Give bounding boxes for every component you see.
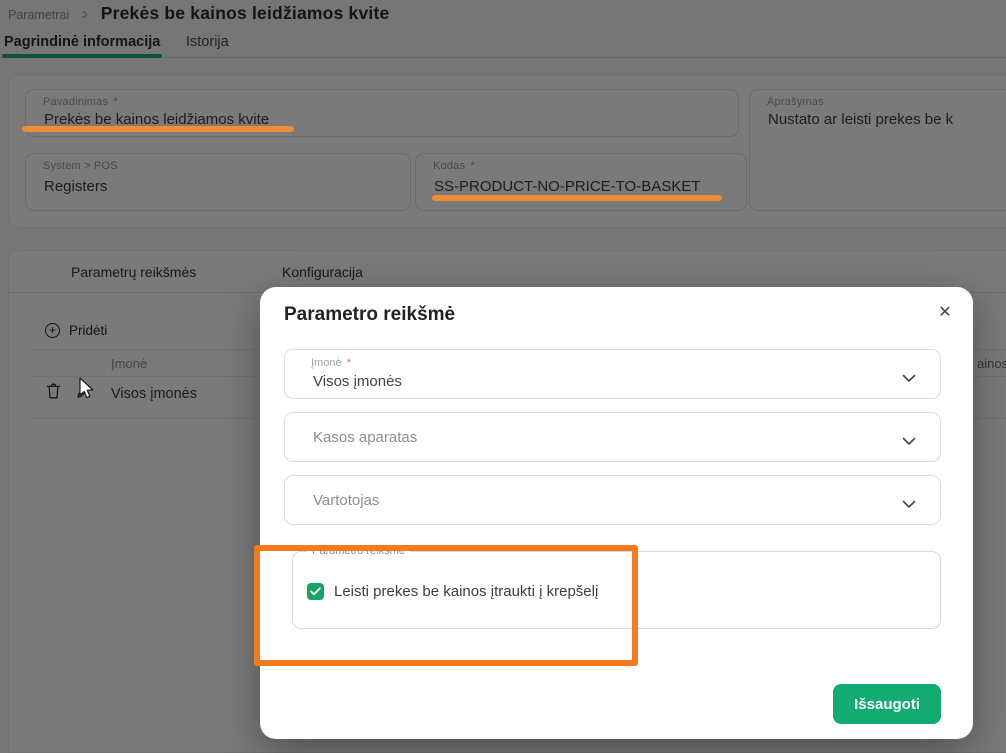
chevron-down-icon [902,370,916,388]
checkbox-label: Leisti prekes be kainos įtraukti į krepš… [334,583,598,600]
save-button[interactable]: Išsaugoti [833,684,941,724]
vartotojas-select[interactable]: Vartotojas [284,475,941,525]
parametro-reiksme-legend: Parametro reikšmė [307,545,410,557]
imone-select[interactable]: Įmonė * Visos įmonės [284,349,941,399]
vartotojas-placeholder: Vartotojas [313,492,379,509]
kasos-aparatas-placeholder: Kasos aparatas [313,429,417,446]
checkbox-row[interactable]: Leisti prekes be kainos įtraukti į krepš… [307,583,598,600]
parameter-value-modal: Parametro reikšmė ✕ Įmonė * Visos įmonės… [260,287,973,739]
imone-select-value: Visos įmonės [313,373,402,390]
close-icon[interactable]: ✕ [932,299,958,325]
chevron-down-icon [902,496,916,514]
kasos-aparatas-select[interactable]: Kasos aparatas [284,412,941,462]
checkbox-checked-icon[interactable] [307,583,324,600]
modal-title: Parametro reikšmė [284,304,455,326]
chevron-down-icon [902,433,916,451]
parametro-reiksme-group: Parametro reikšmė Leisti prekes be kaino… [292,545,941,629]
imone-select-label: Įmonė * [311,357,351,369]
